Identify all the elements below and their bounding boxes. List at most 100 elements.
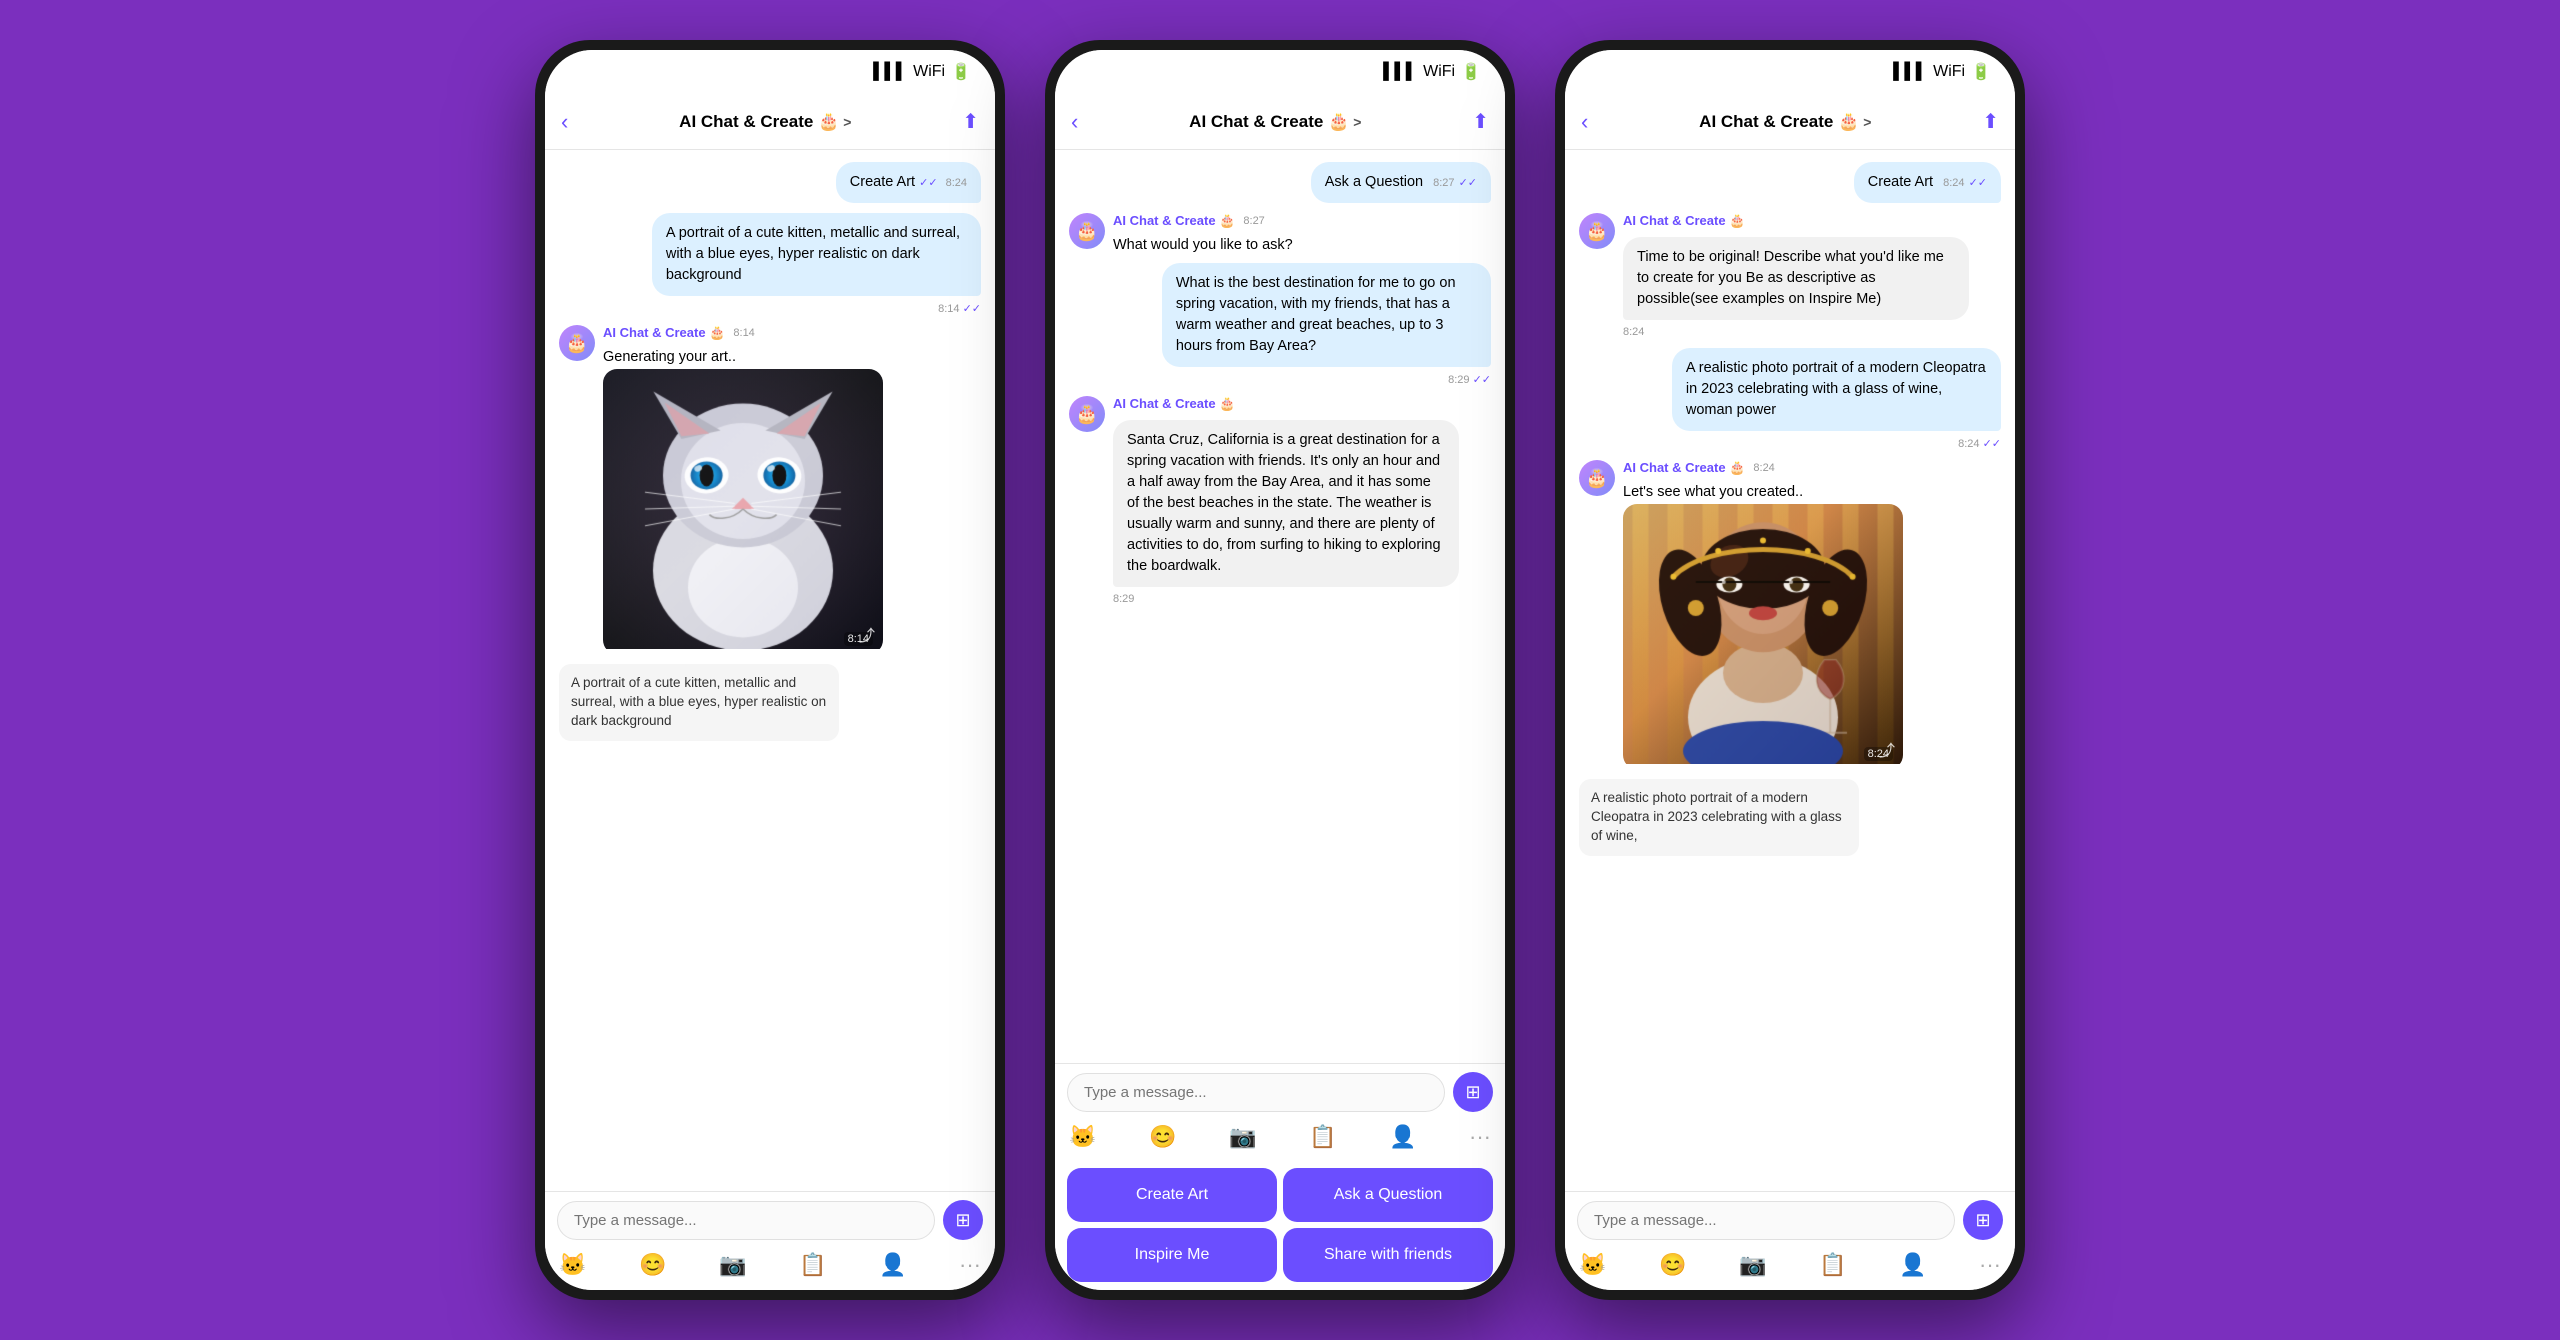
camera-icon[interactable]: 📷	[719, 1252, 746, 1278]
ai-avatar-3b: 🎂	[1579, 460, 1615, 496]
read-receipts-3: ✓✓	[1969, 177, 1987, 189]
ai-avatar-1: 🎂	[559, 325, 595, 361]
share-icon-1[interactable]: ⤴	[859, 622, 875, 646]
contact-icon-3[interactable]: 👤	[1899, 1252, 1926, 1278]
image-caption-1: A portrait of a cute kitten, metallic an…	[559, 664, 839, 741]
bubble-ask-question: Ask a Question 8:27 ✓✓	[1311, 162, 1491, 203]
toolbar-3: 🐱 😊 📷 📋 👤 ···	[1577, 1248, 2003, 1282]
sender-info-2b: AI Chat & Create 🎂	[1113, 396, 1459, 412]
emoji-face-icon[interactable]: 😊	[639, 1252, 666, 1278]
upload-button-3[interactable]: ⬆	[1982, 109, 1999, 134]
bubble-cleopatra: A realistic photo portrait of a modern C…	[1672, 348, 2001, 431]
chevron-3[interactable]: >	[1863, 114, 1871, 130]
message-vacation: What is the best destination for me to g…	[1069, 263, 1491, 386]
action-grid: Create Art Ask a Question Inspire Me Sha…	[1067, 1162, 1493, 1282]
ai-content-2a: AI Chat & Create 🎂 8:27 What would you l…	[1113, 213, 1293, 253]
bubble-time-vacation: 8:29 ✓✓	[1448, 373, 1491, 386]
phone-1: ▌▌▌ WiFi 🔋 ‹ AI Chat & Create 🎂 > ⬆ Crea…	[535, 40, 1005, 1300]
title-text-1: AI Chat & Create 🎂	[679, 112, 839, 132]
contact-icon-2[interactable]: 👤	[1389, 1124, 1416, 1150]
contact-icon[interactable]: 👤	[879, 1252, 906, 1278]
ai-response-3b: 🎂 AI Chat & Create 🎂 8:24 Let's see what…	[1579, 460, 2001, 769]
msg-time: 8:27	[1433, 177, 1454, 189]
chevron-1[interactable]: >	[843, 114, 851, 130]
ask-question-button[interactable]: Ask a Question	[1283, 1168, 1493, 1222]
create-art-button[interactable]: Create Art	[1067, 1168, 1277, 1222]
generating-text: Generating your art..	[603, 349, 883, 365]
message-create-art-3: Create Art 8:24 ✓✓	[1579, 162, 2001, 203]
clipboard-icon[interactable]: 📋	[799, 1252, 826, 1278]
more-icon-2[interactable]: ···	[1469, 1124, 1491, 1150]
sender-time-3b: 8:24	[1753, 462, 1774, 474]
image-caption-3: A realistic photo portrait of a modern C…	[1579, 779, 1859, 856]
sender-name-2b: AI Chat & Create 🎂	[1113, 396, 1235, 412]
upload-button-2[interactable]: ⬆	[1472, 109, 1489, 134]
emoji-face-icon-3[interactable]: 😊	[1659, 1252, 1686, 1278]
back-button-2[interactable]: ‹	[1071, 109, 1078, 135]
read-receipts: ✓✓	[1459, 177, 1477, 189]
message-input-1[interactable]	[557, 1201, 935, 1240]
clipboard-icon-3[interactable]: 📋	[1819, 1252, 1846, 1278]
ai-response-1: 🎂 AI Chat & Create 🎂 8:14 Generating you…	[559, 325, 981, 654]
status-bar-1: ▌▌▌ WiFi 🔋	[545, 50, 995, 94]
bubble-time-original: 8:24	[1623, 326, 1969, 338]
grid-button-1[interactable]: ⊞	[943, 1200, 983, 1240]
input-row-1: ⊞	[557, 1200, 983, 1240]
emoji-cat-icon-2[interactable]: 🐱	[1069, 1124, 1096, 1150]
ai-avatar-2b: 🎂	[1069, 396, 1105, 432]
message-input-3[interactable]	[1577, 1201, 1955, 1240]
sender-info-1: AI Chat & Create 🎂 8:14	[603, 325, 883, 341]
bubble-time-response: 8:29	[1113, 593, 1459, 605]
header-title-3: AI Chat & Create 🎂 >	[1600, 112, 1970, 132]
clipboard-icon-2[interactable]: 📋	[1309, 1124, 1336, 1150]
message-cleopatra: A realistic photo portrait of a modern C…	[1579, 348, 2001, 450]
bubble-vacation: What is the best destination for me to g…	[1162, 263, 1491, 367]
grid-button-3[interactable]: ⊞	[1963, 1200, 2003, 1240]
sender-name-1: AI Chat & Create 🎂	[603, 325, 725, 341]
msg-time: 8:24	[1943, 177, 1964, 189]
bubble-text: A portrait of a cute kitten, metallic an…	[666, 225, 960, 283]
emoji-cat-icon-3[interactable]: 🐱	[1579, 1252, 1606, 1278]
title-text-3: AI Chat & Create 🎂	[1699, 112, 1859, 132]
bubble-santa-cruz: Santa Cruz, California is a great destin…	[1113, 420, 1459, 587]
kitten-image	[603, 369, 883, 649]
ai-content-3b: AI Chat & Create 🎂 8:24 Let's see what y…	[1623, 460, 1903, 769]
upload-button-1[interactable]: ⬆	[962, 109, 979, 134]
emoji-face-icon-2[interactable]: 😊	[1149, 1124, 1176, 1150]
cleopatra-image	[1623, 504, 1903, 764]
battery-icon: 🔋	[951, 62, 971, 82]
status-bar-2: ▌▌▌ WiFi 🔋	[1055, 50, 1505, 94]
more-icon-3[interactable]: ···	[1979, 1252, 2001, 1278]
bubble-time: 8:14 ✓✓	[938, 302, 981, 315]
back-button-1[interactable]: ‹	[561, 109, 568, 135]
share-icon-3[interactable]: ⤴	[1879, 737, 1895, 761]
chevron-2[interactable]: >	[1353, 114, 1361, 130]
inspire-me-button[interactable]: Inspire Me	[1067, 1228, 1277, 1282]
more-icon[interactable]: ···	[959, 1252, 981, 1278]
chat-body-2: Ask a Question 8:27 ✓✓ 🎂 AI Chat & Creat…	[1055, 150, 1505, 1063]
camera-icon-2[interactable]: 📷	[1229, 1124, 1256, 1150]
back-button-3[interactable]: ‹	[1581, 109, 1588, 135]
message-input-2[interactable]	[1067, 1073, 1445, 1112]
status-bar-3: ▌▌▌ WiFi 🔋	[1565, 50, 2015, 94]
status-icons-3: ▌▌▌ WiFi 🔋	[1893, 62, 1991, 82]
camera-icon-3[interactable]: 📷	[1739, 1252, 1766, 1278]
sender-name-3b: AI Chat & Create 🎂	[1623, 460, 1745, 476]
status-icons-2: ▌▌▌ WiFi 🔋	[1383, 62, 1481, 82]
phone-3: ▌▌▌ WiFi 🔋 ‹ AI Chat & Create 🎂 > ⬆ Crea…	[1555, 40, 2025, 1300]
chat-header-1: ‹ AI Chat & Create 🎂 > ⬆	[545, 94, 995, 150]
ai-avatar-2a: 🎂	[1069, 213, 1105, 249]
share-friends-button[interactable]: Share with friends	[1283, 1228, 1493, 1282]
sender-name-3a: AI Chat & Create 🎂	[1623, 213, 1745, 229]
ai-response-3a: 🎂 AI Chat & Create 🎂 Time to be original…	[1579, 213, 2001, 338]
battery-icon-3: 🔋	[1971, 62, 1991, 82]
emoji-cat-icon[interactable]: 🐱	[559, 1252, 586, 1278]
sender-info-3b: AI Chat & Create 🎂 8:24	[1623, 460, 1903, 476]
ai-content-3a: AI Chat & Create 🎂 Time to be original! …	[1623, 213, 1969, 338]
grid-button-2[interactable]: ⊞	[1453, 1072, 1493, 1112]
status-icons: ▌▌▌ WiFi 🔋	[873, 62, 971, 82]
kitten-image-container: 8:14 ⤴	[603, 369, 883, 654]
header-title-2: AI Chat & Create 🎂 >	[1090, 112, 1460, 132]
ai-content-1: AI Chat & Create 🎂 8:14 Generating your …	[603, 325, 883, 654]
what-ask-text: What would you like to ask?	[1113, 237, 1293, 253]
